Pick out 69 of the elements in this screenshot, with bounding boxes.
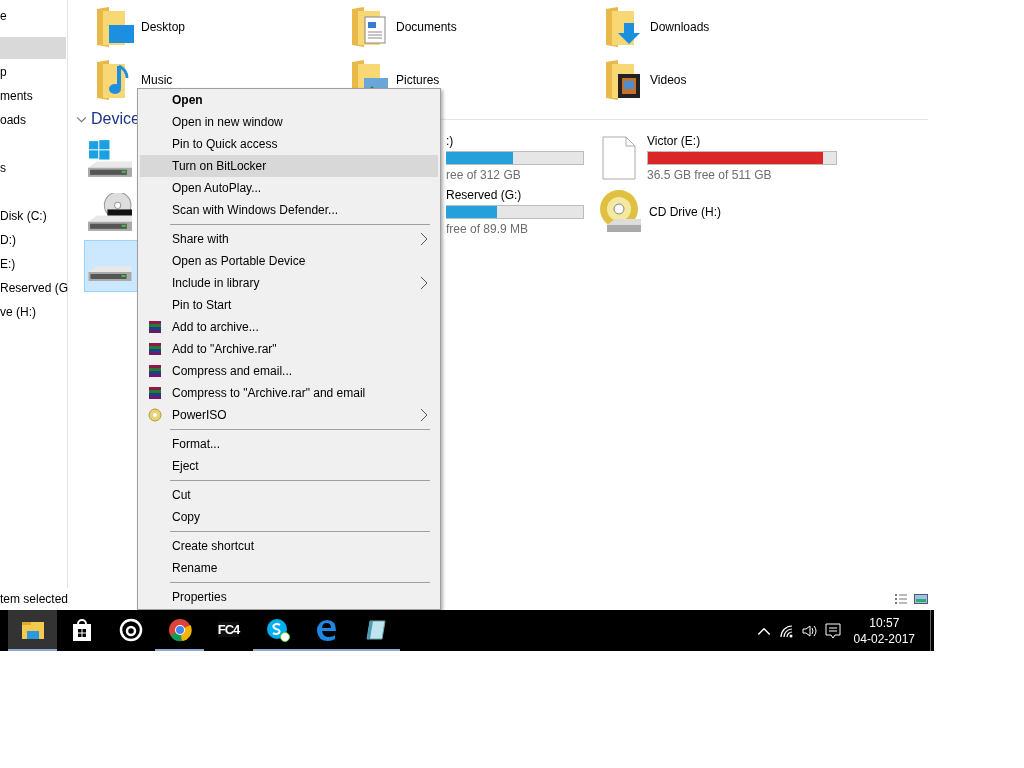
speaker-icon[interactable] xyxy=(801,622,818,639)
browser-e-icon xyxy=(314,617,339,642)
drive-label[interactable]: :) xyxy=(446,134,584,148)
folder-label[interactable]: Downloads xyxy=(650,20,710,34)
books-icon xyxy=(148,342,162,356)
sidebar-item[interactable]: ve (H:) xyxy=(0,305,36,319)
sidebar-item[interactable]: Reserved (G xyxy=(0,281,69,295)
chat-icon xyxy=(265,617,290,642)
message-icon[interactable] xyxy=(824,622,841,639)
books-icon xyxy=(148,364,162,378)
books-icon xyxy=(148,320,162,334)
menu-item[interactable]: Pin to Start xyxy=(140,294,438,316)
menu-item[interactable]: Rename xyxy=(140,557,438,579)
menu-item[interactable]: Eject xyxy=(140,455,438,477)
status-text: tem selected xyxy=(0,592,69,606)
folder-label[interactable]: Pictures xyxy=(396,73,440,87)
sidebar-item[interactable]: e xyxy=(0,9,7,23)
menu-item[interactable]: PowerISO xyxy=(140,404,438,426)
menu-item[interactable]: Compress to "Archive.rar" and email xyxy=(140,382,438,404)
menu-item[interactable]: Format... xyxy=(140,433,438,455)
taskbar-button[interactable]: FC4 xyxy=(204,610,253,651)
free-space-text: 36.5 GB free of 511 GB xyxy=(647,168,773,182)
menu-item[interactable]: Include in library xyxy=(140,272,438,294)
menu-item[interactable]: Properties xyxy=(140,586,438,608)
folder-screen-icon[interactable] xyxy=(95,5,135,49)
sidebar-item[interactable]: ments xyxy=(0,89,33,103)
clock[interactable]: 10:57 04-02-2017 xyxy=(853,614,915,647)
menu-item[interactable]: Cut xyxy=(140,484,438,506)
menu-item[interactable]: Copy xyxy=(140,506,438,528)
sidebar-item[interactable]: Disk (C:) xyxy=(0,209,47,223)
menu-item[interactable]: Open AutoPlay... xyxy=(140,177,438,199)
section-header: Device xyxy=(91,110,140,128)
sidebar-item[interactable]: E:) xyxy=(0,257,16,271)
tiles-view-icon[interactable] xyxy=(914,593,928,605)
menu-item[interactable]: Pin to Quick access xyxy=(140,133,438,155)
menu-item[interactable]: Open in new window xyxy=(140,111,438,133)
sidebar-item[interactable]: oads xyxy=(0,113,27,127)
menu-item[interactable]: Share with xyxy=(140,228,438,250)
notepad-icon xyxy=(363,617,388,642)
windows-drive-icon xyxy=(87,138,133,178)
folder-label[interactable]: Desktop xyxy=(141,20,186,34)
menu-item[interactable]: Open xyxy=(140,89,438,111)
menu-item[interactable]: Open as Portable Device xyxy=(140,250,438,272)
wifi-icon[interactable] xyxy=(778,622,795,639)
sidebar-item[interactable]: s xyxy=(0,161,6,175)
drive-label[interactable]: Victor (E:) xyxy=(647,134,837,148)
taskbar-button[interactable] xyxy=(8,610,57,651)
browser-icon xyxy=(167,617,192,642)
dvd-drive-icon xyxy=(87,192,133,232)
menu-item[interactable]: Compress and email... xyxy=(140,360,438,382)
menu-item[interactable]: Scan with Windows Defender... xyxy=(140,199,438,221)
drive-icon xyxy=(87,264,133,282)
disc-icon xyxy=(148,408,162,422)
ring-icon xyxy=(118,617,143,642)
menu-item[interactable]: Create shortcut xyxy=(140,535,438,557)
menu-item[interactable]: Add to archive... xyxy=(140,316,438,338)
menu-item[interactable]: Add to "Archive.rar" xyxy=(140,338,438,360)
folder-label[interactable]: Music xyxy=(141,73,173,87)
folder-label[interactable]: Documents xyxy=(396,20,457,34)
free-space-text: ree of 312 GB xyxy=(446,168,522,182)
menu-item[interactable]: Turn on BitLocker xyxy=(140,155,438,177)
sidebar-item[interactable]: p xyxy=(0,65,7,79)
books-icon xyxy=(148,386,162,400)
drive-label[interactable]: CD Drive (H:) xyxy=(649,205,721,219)
free-space-text: free of 89.9 MB xyxy=(446,222,530,236)
sidebar-item[interactable]: D:) xyxy=(0,233,16,247)
drive-label[interactable]: Reserved (G:) xyxy=(446,188,584,202)
folder-label[interactable]: Videos xyxy=(650,73,687,87)
details-view-icon[interactable] xyxy=(894,593,908,605)
